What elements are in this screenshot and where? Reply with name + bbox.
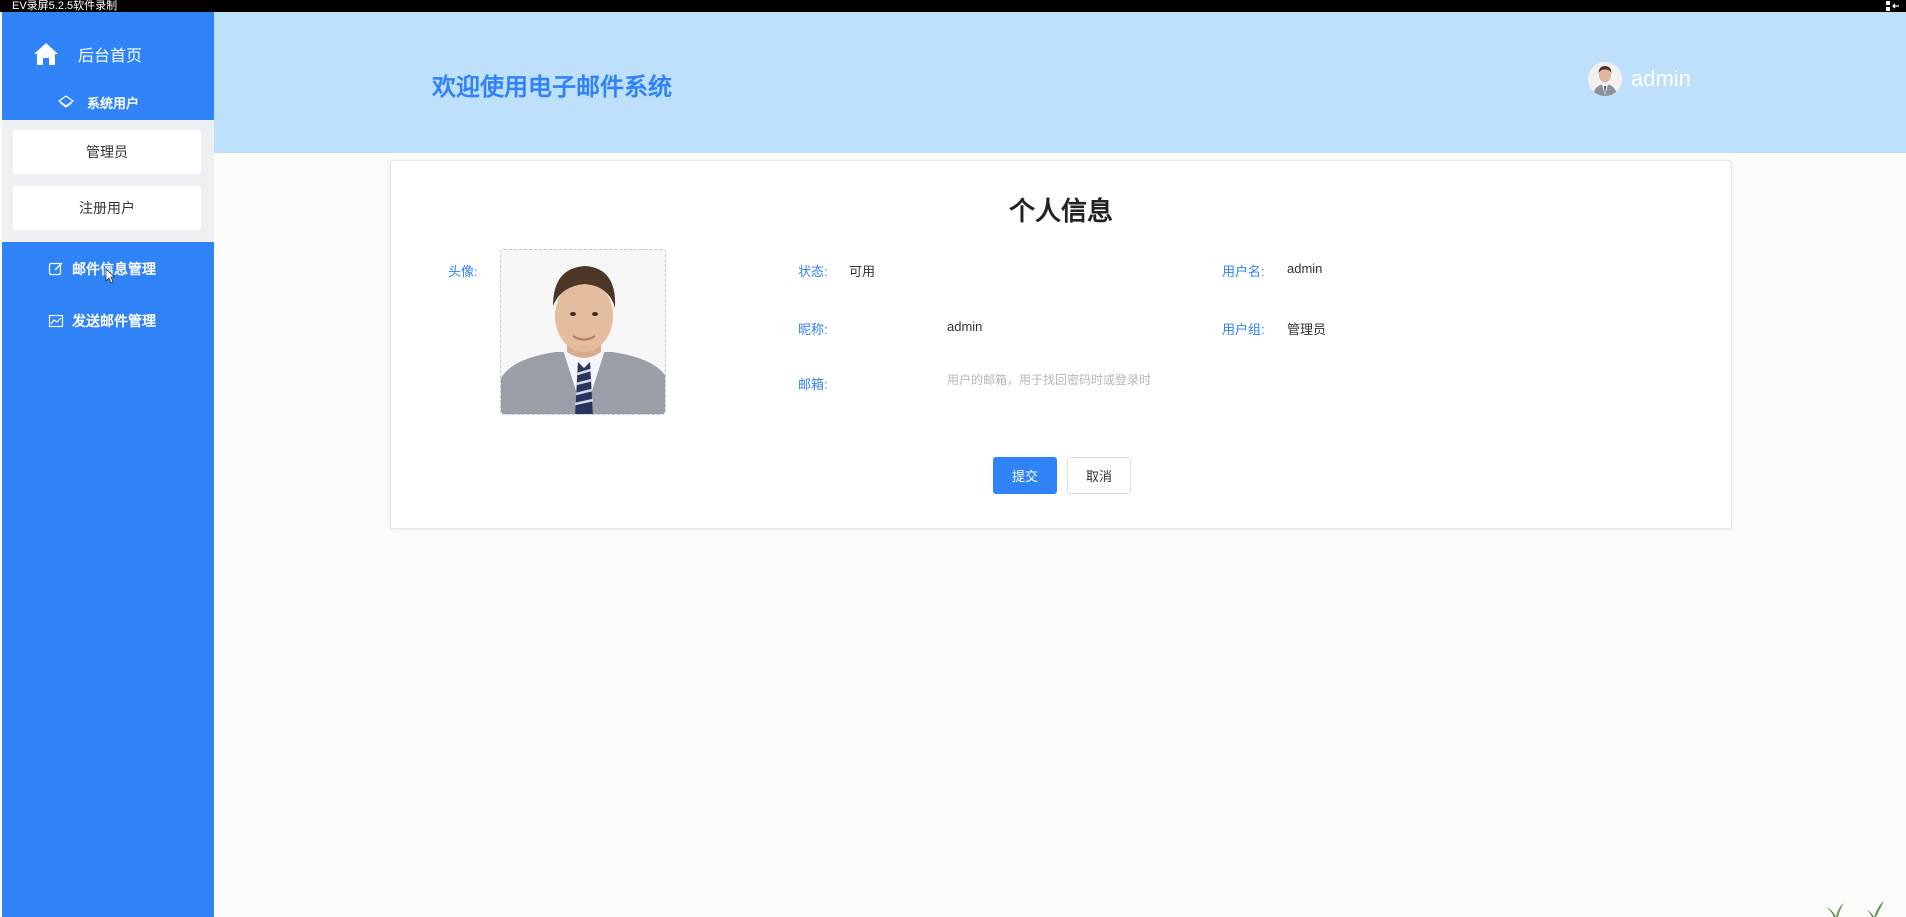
user-group-value: 管理员	[1287, 322, 1327, 337]
user-menu[interactable]: admin	[1588, 62, 1691, 96]
nickname-label: 昵称:	[798, 322, 828, 337]
edit-icon	[48, 262, 63, 276]
user-group-label: 用户组:	[1222, 322, 1265, 337]
email-label: 邮箱:	[798, 377, 828, 392]
sidebar-group-label: 系统用户	[86, 95, 139, 111]
sidebar-item-label: 发送邮件管理	[72, 313, 156, 329]
username-value: admin	[1287, 261, 1323, 276]
mouse-cursor-icon	[105, 268, 115, 284]
top-header: 欢迎使用电子邮件系统 admin	[214, 12, 1906, 153]
chart-icon	[48, 314, 64, 328]
sidebar-item-admins[interactable]: 管理员	[13, 130, 201, 174]
sidebar: 后台首页 系统用户 管理员 注册用户 邮件信息管理 发送邮件管理	[2, 12, 214, 917]
sidebar-item-label: 后台首页	[78, 48, 143, 65]
page-title: 欢迎使用电子邮件系统	[432, 74, 672, 101]
recorder-title: EV录屏5.2.5软件录制	[12, 0, 118, 12]
sidebar-item-registered-users[interactable]: 注册用户	[13, 186, 201, 230]
cancel-button[interactable]: 取消	[1067, 457, 1131, 494]
profile-card: 个人信息 头像: 状态: 可用 用户名: admin 昵称: admin 用户组…	[390, 160, 1732, 529]
sidebar-group-system-users[interactable]: 系统用户	[2, 82, 214, 122]
layers-icon	[57, 95, 75, 108]
email-input[interactable]	[947, 367, 1307, 393]
avatar-label: 头像:	[448, 264, 478, 279]
status-label: 状态:	[798, 264, 828, 279]
sidebar-item-send-mail[interactable]: 发送邮件管理	[2, 299, 214, 343]
profile-photo	[501, 250, 665, 414]
plant-decoration-icon	[1826, 901, 1884, 917]
nickname-value[interactable]: admin	[947, 319, 982, 334]
sidebar-item-home[interactable]: 后台首页	[2, 26, 214, 82]
sidebar-submenu: 管理员 注册用户	[2, 120, 214, 242]
home-icon	[34, 43, 58, 65]
exit-fullscreen-icon[interactable]	[1886, 1, 1900, 11]
profile-title: 个人信息	[1008, 196, 1113, 226]
recorder-bar: EV录屏5.2.5软件录制	[0, 0, 1906, 12]
header-username: admin	[1631, 66, 1691, 91]
username-label: 用户名:	[1222, 264, 1265, 279]
avatar	[1588, 62, 1622, 96]
submit-button[interactable]: 提交	[993, 457, 1057, 494]
avatar-upload[interactable]	[500, 249, 666, 415]
status-value: 可用	[849, 264, 876, 279]
